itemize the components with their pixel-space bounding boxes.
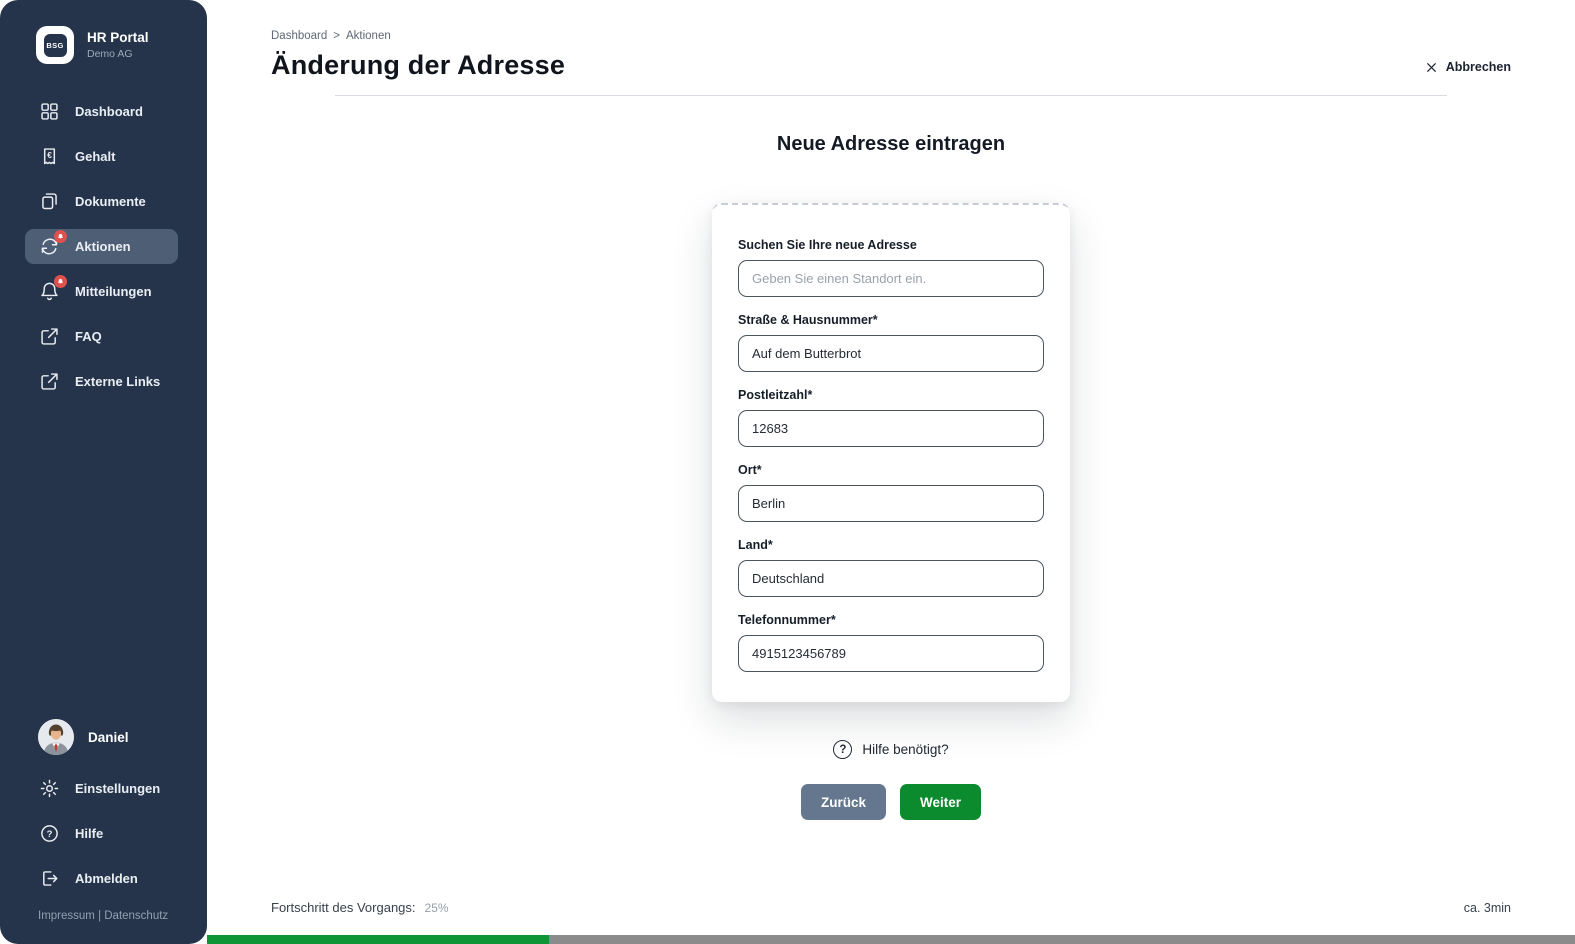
field-label: Telefonnummer* bbox=[738, 613, 1044, 627]
sync-arrows-icon bbox=[39, 236, 60, 257]
breadcrumb: Dashboard > Aktionen bbox=[271, 30, 1511, 42]
user-name: Daniel bbox=[88, 730, 129, 745]
sidebar-item-faq[interactable]: FAQ bbox=[25, 319, 178, 354]
field-label: Land* bbox=[738, 538, 1044, 552]
progress-bar-track bbox=[207, 935, 1575, 944]
page-header: Dashboard > Aktionen Änderung der Adress… bbox=[207, 0, 1575, 96]
next-button[interactable]: Weiter bbox=[900, 784, 981, 820]
back-button[interactable]: Zurück bbox=[801, 784, 886, 820]
form-heading: Neue Adresse eintragen bbox=[207, 133, 1575, 156]
progress-bar-fill bbox=[207, 935, 549, 944]
address-search-input[interactable] bbox=[738, 260, 1044, 297]
sidebar-nav: Dashboard € Gehalt Doku bbox=[0, 94, 207, 409]
sidebar-item-mitteilungen[interactable]: Mitteilungen bbox=[25, 274, 178, 309]
sidebar-item-gehalt[interactable]: € Gehalt bbox=[25, 139, 178, 174]
sidebar-item-label: Gehalt bbox=[75, 148, 115, 166]
sidebar-item-dokumente[interactable]: Dokumente bbox=[25, 184, 178, 219]
sidebar-item-label: FAQ bbox=[75, 328, 102, 346]
company-name: Demo AG bbox=[87, 48, 149, 60]
breadcrumb-dashboard[interactable]: Dashboard bbox=[271, 30, 327, 42]
main-content: Dashboard > Aktionen Änderung der Adress… bbox=[207, 0, 1575, 944]
field-phone: Telefonnummer* bbox=[738, 613, 1044, 672]
avatar bbox=[38, 719, 74, 755]
field-label: Postleitzahl* bbox=[738, 388, 1044, 402]
field-country: Land* bbox=[738, 538, 1044, 597]
sidebar-item-label: Externe Links bbox=[75, 373, 160, 391]
sidebar: BSG HR Portal Demo AG Dashboard bbox=[0, 0, 207, 944]
sidebar-item-abmelden[interactable]: Abmelden bbox=[25, 861, 178, 896]
app-name: HR Portal bbox=[87, 30, 149, 47]
sidebar-item-aktionen[interactable]: Aktionen bbox=[25, 229, 178, 264]
city-input[interactable] bbox=[738, 485, 1044, 522]
breadcrumb-aktionen[interactable]: Aktionen bbox=[346, 30, 391, 42]
cancel-button[interactable]: Abbrechen bbox=[1425, 60, 1511, 74]
bsg-logo: BSG bbox=[36, 26, 74, 64]
progress-label: Fortschritt des Vorgangs: bbox=[271, 900, 416, 915]
app-logo-row: BSG HR Portal Demo AG bbox=[36, 26, 189, 64]
sidebar-item-label: Dashboard bbox=[75, 103, 143, 121]
sidebar-item-einstellungen[interactable]: Einstellungen bbox=[25, 771, 178, 806]
sidebar-item-externe-links[interactable]: Externe Links bbox=[25, 364, 178, 399]
external-link-icon bbox=[39, 326, 60, 347]
header-divider bbox=[335, 95, 1447, 96]
documents-copy-icon bbox=[39, 191, 60, 212]
payslip-euro-icon: € bbox=[39, 146, 60, 167]
sidebar-item-label: Mitteilungen bbox=[75, 283, 152, 301]
phone-input[interactable] bbox=[738, 635, 1044, 672]
field-postal-code: Postleitzahl* bbox=[738, 388, 1044, 447]
help-link[interactable]: ? Hilfe benötigt? bbox=[207, 740, 1575, 759]
field-city: Ort* bbox=[738, 463, 1044, 522]
help-label: Hilfe benötigt? bbox=[862, 742, 948, 757]
estimated-time: ca. 3min bbox=[1464, 901, 1511, 915]
street-input[interactable] bbox=[738, 335, 1044, 372]
bell-icon bbox=[39, 281, 60, 302]
address-form-card: Suchen Sie Ihre neue Adresse Straße & Ha… bbox=[712, 203, 1070, 702]
svg-text:€: € bbox=[47, 150, 52, 160]
sidebar-item-dashboard[interactable]: Dashboard bbox=[25, 94, 178, 129]
sidebar-bottom-nav: Einstellungen ? Hilfe bbox=[0, 771, 207, 896]
external-link-icon bbox=[39, 371, 60, 392]
sidebar-item-label: Dokumente bbox=[75, 193, 146, 211]
cancel-button-label: Abbrechen bbox=[1446, 60, 1511, 74]
country-input[interactable] bbox=[738, 560, 1044, 597]
progress-value: 25% bbox=[425, 901, 449, 915]
breadcrumb-separator: > bbox=[333, 30, 340, 42]
sidebar-item-label: Abmelden bbox=[75, 870, 138, 888]
field-street: Straße & Hausnummer* bbox=[738, 313, 1044, 372]
wizard-buttons: Zurück Weiter bbox=[207, 784, 1575, 820]
field-address-search: Suchen Sie Ihre neue Adresse bbox=[738, 238, 1044, 297]
process-footer: Fortschritt des Vorgangs: 25% ca. 3min bbox=[271, 899, 1511, 917]
notification-badge bbox=[54, 230, 67, 243]
sidebar-item-label: Einstellungen bbox=[75, 780, 160, 798]
gear-icon bbox=[39, 778, 60, 799]
close-icon bbox=[1425, 61, 1438, 74]
sidebar-item-label: Aktionen bbox=[75, 238, 131, 256]
field-label: Straße & Hausnummer* bbox=[738, 313, 1044, 327]
progress-text: Fortschritt des Vorgangs: 25% bbox=[271, 899, 449, 917]
field-label: Ort* bbox=[738, 463, 1044, 477]
dashboard-grid-icon bbox=[39, 101, 60, 122]
sidebar-item-hilfe[interactable]: ? Hilfe bbox=[25, 816, 178, 851]
legal-links[interactable]: Impressum | Datenschutz bbox=[0, 906, 207, 944]
sidebar-bottom: Daniel Einstellungen bbox=[0, 719, 207, 944]
bsg-logo-text: BSG bbox=[44, 34, 67, 57]
question-circle-icon: ? bbox=[39, 823, 60, 844]
svg-text:?: ? bbox=[47, 829, 53, 840]
page-title: Änderung der Adresse bbox=[271, 50, 1511, 81]
postal-code-input[interactable] bbox=[738, 410, 1044, 447]
field-label: Suchen Sie Ihre neue Adresse bbox=[738, 238, 1044, 252]
hr-portal-app: BSG HR Portal Demo AG Dashboard bbox=[0, 0, 1575, 944]
user-profile[interactable]: Daniel bbox=[0, 719, 207, 755]
logout-icon bbox=[39, 868, 60, 889]
notification-badge bbox=[54, 275, 67, 288]
sidebar-item-label: Hilfe bbox=[75, 825, 103, 843]
question-circle-icon: ? bbox=[833, 740, 852, 759]
